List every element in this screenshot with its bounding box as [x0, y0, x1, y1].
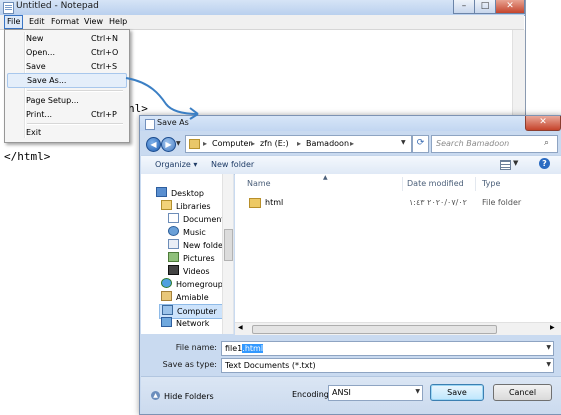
nav-item-pictures[interactable]: Pictures [168, 252, 215, 265]
menu-view[interactable]: View [82, 16, 105, 28]
search-placeholder: Search Bamadoon [436, 139, 510, 148]
dialog-close-button[interactable]: ✕ [525, 116, 561, 131]
hide-folders-button[interactable]: Hide Folders [164, 392, 214, 401]
file-list: Name ▲ Date modified Type html ٢٠٢٠/٠٧/٠… [235, 174, 561, 334]
address-dropdown-icon[interactable]: ▼ [401, 135, 410, 151]
text-fragment: nl> [128, 102, 148, 115]
minimize-button[interactable]: – [453, 0, 475, 14]
breadcrumb-computer[interactable]: Computer [212, 139, 252, 148]
nav-item-amiable[interactable]: Amiable [161, 291, 209, 304]
menu-item-print[interactable]: Print... Ctrl+P [7, 108, 125, 121]
save-as-type-label: Save as type: [162, 360, 217, 369]
address-bar[interactable]: ▸ Computer ▸ zfn (E:) ▸ Bamadoon ▸ [185, 135, 412, 153]
nav-item-homegroup[interactable]: Homegroup [161, 278, 223, 291]
nav-item-videos[interactable]: Videos [168, 265, 210, 278]
maximize-button[interactable]: □ [474, 0, 496, 14]
menu-item-save[interactable]: Save Ctrl+S [7, 60, 125, 73]
file-date: ٢٠٢٠/٠٧/٠٢ ١:٤٣ [409, 198, 467, 207]
dialog-title: Save As [157, 118, 189, 127]
column-header-date[interactable]: Date modified [407, 179, 464, 188]
file-name: html [265, 198, 284, 207]
view-options-icon[interactable] [500, 160, 511, 170]
column-header-type[interactable]: Type [482, 179, 500, 188]
nav-item-network[interactable]: Network [161, 317, 209, 330]
menu-format[interactable]: Format [49, 16, 81, 28]
navigation-pane: Desktop Libraries Documents Music New fo… [141, 174, 234, 334]
menu-item-open[interactable]: Open... Ctrl+O [7, 46, 125, 59]
notepad-title-bar[interactable]: Untitled - Notepad – □ ✕ [0, 0, 525, 16]
help-icon[interactable]: ? [539, 158, 550, 169]
file-name-label: File name: [175, 343, 217, 352]
encoding-label: Encoding: [292, 390, 332, 399]
menu-help[interactable]: Help [107, 16, 129, 28]
save-as-type-select[interactable]: Text Documents (*.txt) ▼ [221, 358, 554, 373]
new-folder-button[interactable]: New folder [211, 160, 254, 169]
file-row[interactable]: html ٢٠٢٠/٠٧/٠٢ ١:٤٣ File folder [239, 196, 555, 209]
menu-item-exit[interactable]: Exit [7, 126, 125, 139]
menu-item-page-setup[interactable]: Page Setup... [7, 94, 125, 107]
breadcrumb-drive[interactable]: zfn (E:) [260, 139, 289, 148]
close-button[interactable]: ✕ [495, 0, 525, 14]
file-name-input[interactable]: file1.html ▼ [221, 341, 554, 356]
encoding-dropdown-icon[interactable]: ▼ [415, 388, 420, 395]
scroll-right-icon[interactable]: ▶ [550, 324, 555, 331]
menu-file[interactable]: File [4, 15, 24, 29]
notepad-app-icon [3, 2, 14, 14]
file-menu-dropdown: New Ctrl+N Open... Ctrl+O Save Ctrl+S Save … [4, 29, 130, 143]
file-list-hscrollbar[interactable]: ◀ ▶ [235, 322, 561, 335]
file-name-dropdown-icon[interactable]: ▼ [546, 344, 551, 351]
cancel-button[interactable]: Cancel [493, 384, 552, 401]
view-dropdown-icon[interactable]: ▼ [513, 159, 518, 167]
menu-edit[interactable]: Edit [27, 16, 47, 28]
organize-button[interactable]: Organize ▾ [155, 160, 197, 169]
nav-item-desktop[interactable]: Desktop [156, 187, 204, 200]
dialog-toolbar: Organize ▾ New folder ▼ ? [141, 155, 561, 175]
nav-item-music[interactable]: Music [168, 226, 206, 239]
scroll-left-icon[interactable]: ◀ [238, 324, 243, 331]
notepad-title: Untitled - Notepad [16, 1, 99, 11]
save-button[interactable]: Save [430, 384, 484, 401]
refresh-icon[interactable]: ⟳ [412, 135, 429, 153]
save-as-dialog: Save As ✕ ◀ ▶ ▼ ▸ Computer ▸ zfn (E:) ▸ … [139, 115, 561, 415]
file-name-typed: file1 [225, 344, 243, 353]
file-name-selected: .html [242, 344, 264, 353]
folder-icon [189, 139, 200, 149]
notepad-menu-bar: File Edit Format View Help [0, 15, 524, 30]
breadcrumb-folder[interactable]: Bamadoon [306, 139, 349, 148]
nav-item-documents[interactable]: Documents [168, 213, 229, 226]
nav-item-new-folder[interactable]: New folder [168, 239, 226, 252]
nav-item-libraries[interactable]: Libraries [161, 200, 211, 213]
dialog-icon [145, 119, 155, 130]
column-header-name[interactable]: Name [247, 179, 271, 188]
chevron-up-icon[interactable]: ▲ [151, 391, 160, 400]
menu-item-save-as[interactable]: Save As... [7, 73, 127, 88]
dialog-title-bar[interactable]: Save As ✕ [140, 116, 561, 131]
back-button[interactable]: ◀ [146, 137, 161, 152]
search-input[interactable]: Search Bamadoon ⌕ [431, 135, 558, 153]
recent-locations-dropdown[interactable]: ▼ [176, 140, 182, 148]
nav-pane-scrollbar[interactable] [222, 174, 233, 334]
encoding-select[interactable]: ANSI ▼ [328, 385, 423, 401]
save-as-type-dropdown-icon[interactable]: ▼ [546, 361, 551, 368]
folder-icon [249, 198, 261, 208]
search-icon[interactable]: ⌕ [544, 138, 549, 148]
forward-button[interactable]: ▶ [161, 137, 176, 152]
file-type: File folder [482, 198, 522, 207]
menu-item-new[interactable]: New Ctrl+N [7, 32, 125, 45]
text-last-line: </html> [4, 150, 51, 163]
